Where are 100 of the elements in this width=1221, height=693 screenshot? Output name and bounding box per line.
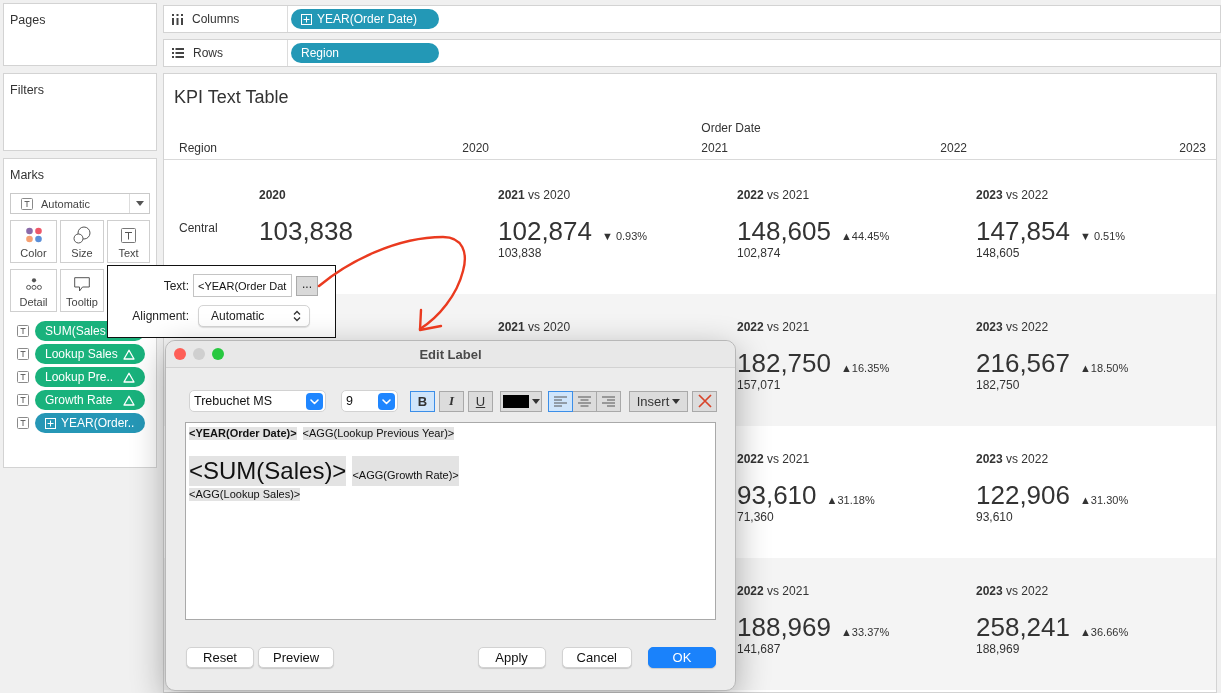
shelf-title: Pages (10, 13, 46, 28)
text-mark-icon (17, 325, 29, 337)
dialog-button[interactable]: Cancel (561, 647, 632, 668)
dots-cluster-icon (25, 278, 42, 290)
change-value: ▲18.50% (1080, 362, 1129, 374)
previous-value: 102,874 (737, 246, 781, 260)
cross-icon (697, 394, 712, 408)
color-button[interactable]: Color (10, 220, 57, 263)
insert-button[interactable]: Insert (629, 390, 688, 412)
text-mark-icon (17, 371, 29, 383)
speech-bubble-icon (74, 276, 90, 292)
field-token: <SUM(Sales)> (189, 456, 347, 486)
kpi-value: 148,605 (737, 216, 831, 246)
kpi-value: 102,874 (498, 216, 592, 246)
kpi-value: 122,906 (976, 480, 1070, 510)
column-header: 2021 (701, 141, 728, 155)
previous-value: 93,610 (976, 510, 1013, 524)
cell-caption: 2020 (259, 188, 286, 202)
kpi-value: 103,838 (259, 216, 353, 246)
column-header: 2022 (940, 141, 967, 155)
kpi-value: 258,241 (976, 612, 1070, 642)
chevron-down-icon (306, 392, 323, 410)
size-button[interactable]: Size (60, 220, 104, 263)
shelf-label: Rows (193, 46, 223, 60)
swatch-icon (502, 394, 529, 408)
label-editor[interactable]: <YEAR(Order Date)> <AGG(Lookup Previous Year)> <SUM(Sales)> <AGG(Growth Rate)> <AGG(Lookup Sales)> (185, 422, 716, 620)
detail-button[interactable]: Detail (10, 269, 57, 312)
more-button[interactable]: ... (296, 275, 318, 296)
list-icon (172, 48, 184, 58)
cell-caption: 2023 vs 2022 (976, 320, 1049, 334)
cell-caption: 2021 vs 2020 (498, 320, 571, 334)
dialog-button[interactable]: Apply (477, 647, 546, 668)
caret-down-icon (135, 201, 144, 206)
tooltip-button[interactable]: Tooltip (60, 269, 104, 312)
text-mark-icon (17, 394, 29, 406)
field-token: <AGG(Lookup Previous Year)> (302, 427, 455, 440)
italic-button[interactable]: I (439, 390, 464, 412)
dialog-button[interactable]: Reset (186, 647, 254, 668)
circles-icon (73, 226, 91, 244)
chevron-down-icon (378, 392, 395, 410)
view-title: KPI Text Table (174, 86, 289, 109)
bars-icon (172, 13, 183, 25)
dialog-button[interactable]: Preview (258, 647, 335, 668)
shelf-label: Columns (192, 12, 240, 26)
alignment-select[interactable]: Automatic (198, 305, 310, 327)
font-select[interactable]: Trebuchet MS (189, 390, 326, 412)
font-color-button[interactable] (500, 390, 542, 412)
align-right-button[interactable] (597, 390, 621, 412)
mark-type-dropdown[interactable]: Automatic (10, 193, 150, 214)
column-header: 2023 (1179, 141, 1206, 155)
size-select[interactable]: 9 (341, 390, 398, 412)
bold-button[interactable]: B (410, 390, 435, 412)
column-header: 2020 (462, 141, 489, 155)
column-group-header: Order Date (701, 121, 761, 135)
card-title: Marks (10, 168, 45, 183)
previous-value: 148,605 (976, 246, 1020, 260)
clear-button[interactable] (692, 390, 717, 412)
field-label: Text: (163, 278, 189, 293)
change-value: ▲36.66% (1080, 626, 1129, 638)
align-left-icon (554, 395, 567, 407)
up-down-chevron-icon (293, 310, 301, 322)
cell-caption: 2023 vs 2022 (976, 584, 1049, 598)
text-mark-icon (17, 348, 29, 360)
zoom-button[interactable] (212, 348, 224, 360)
change-value: ▲16.35% (841, 362, 890, 374)
text-button[interactable]: Text (107, 220, 150, 263)
cell-caption: 2023 vs 2022 (976, 188, 1049, 202)
cell-caption: 2022 vs 2021 (737, 188, 810, 202)
text-field[interactable]: <YEAR(Order Dat (193, 274, 292, 297)
change-value: ▲31.18% (826, 494, 875, 506)
text-icon (121, 227, 136, 243)
kpi-value: 147,854 (976, 216, 1070, 246)
kpi-value: 188,969 (737, 612, 831, 642)
field-token: <YEAR(Order Date)> (189, 427, 297, 440)
dots-icon (24, 227, 43, 243)
previous-value: 71,360 (737, 510, 774, 524)
cell-caption: 2022 vs 2021 (737, 452, 810, 466)
align-center-button[interactable] (573, 390, 597, 412)
kpi-value: 216,567 (976, 348, 1070, 378)
previous-value: 103,838 (498, 246, 542, 260)
cell-caption: 2021 vs 2020 (498, 188, 571, 202)
previous-value: 141,687 (737, 642, 781, 656)
align-right-icon (602, 395, 615, 407)
dialog-button[interactable]: OK (648, 647, 716, 668)
close-button[interactable] (174, 348, 186, 360)
change-value: ▼ 0.93% (602, 230, 648, 242)
cell-caption: 2022 vs 2021 (737, 584, 810, 598)
cell-caption: 2023 vs 2022 (976, 452, 1049, 466)
underline-button[interactable]: U (468, 390, 493, 412)
shelf-title: Filters (10, 83, 45, 98)
change-value: ▲44.45% (841, 230, 890, 242)
dialog-title: Edit Label (419, 347, 482, 362)
previous-value: 157,071 (737, 378, 781, 392)
change-value: ▼ 0.51% (1080, 230, 1126, 242)
align-left-button[interactable] (548, 390, 573, 412)
kpi-value: 182,750 (737, 348, 831, 378)
change-value: ▲31.30% (1080, 494, 1129, 506)
caret-down-icon (531, 398, 540, 404)
align-center-icon (578, 395, 591, 407)
field-label: Alignment: (132, 309, 189, 323)
